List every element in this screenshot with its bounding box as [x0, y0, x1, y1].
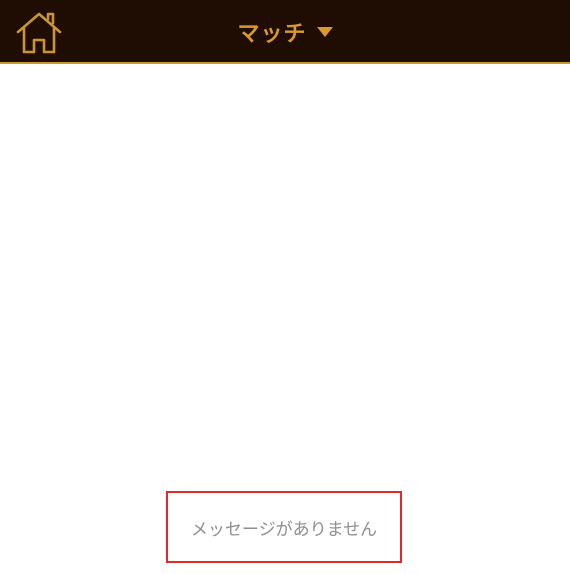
top-bar: マッチ: [0, 0, 570, 64]
message-list-area: メッセージがありません: [0, 64, 570, 574]
caret-down-icon: [316, 27, 333, 37]
app-screen: マッチ メッセージがありません: [0, 0, 570, 574]
empty-message: メッセージがありません: [190, 519, 378, 540]
page-title: マッチ: [237, 22, 307, 47]
match-filter-dropdown[interactable]: マッチ: [0, 0, 570, 64]
empty-state-highlight: メッセージがありません: [166, 491, 402, 563]
